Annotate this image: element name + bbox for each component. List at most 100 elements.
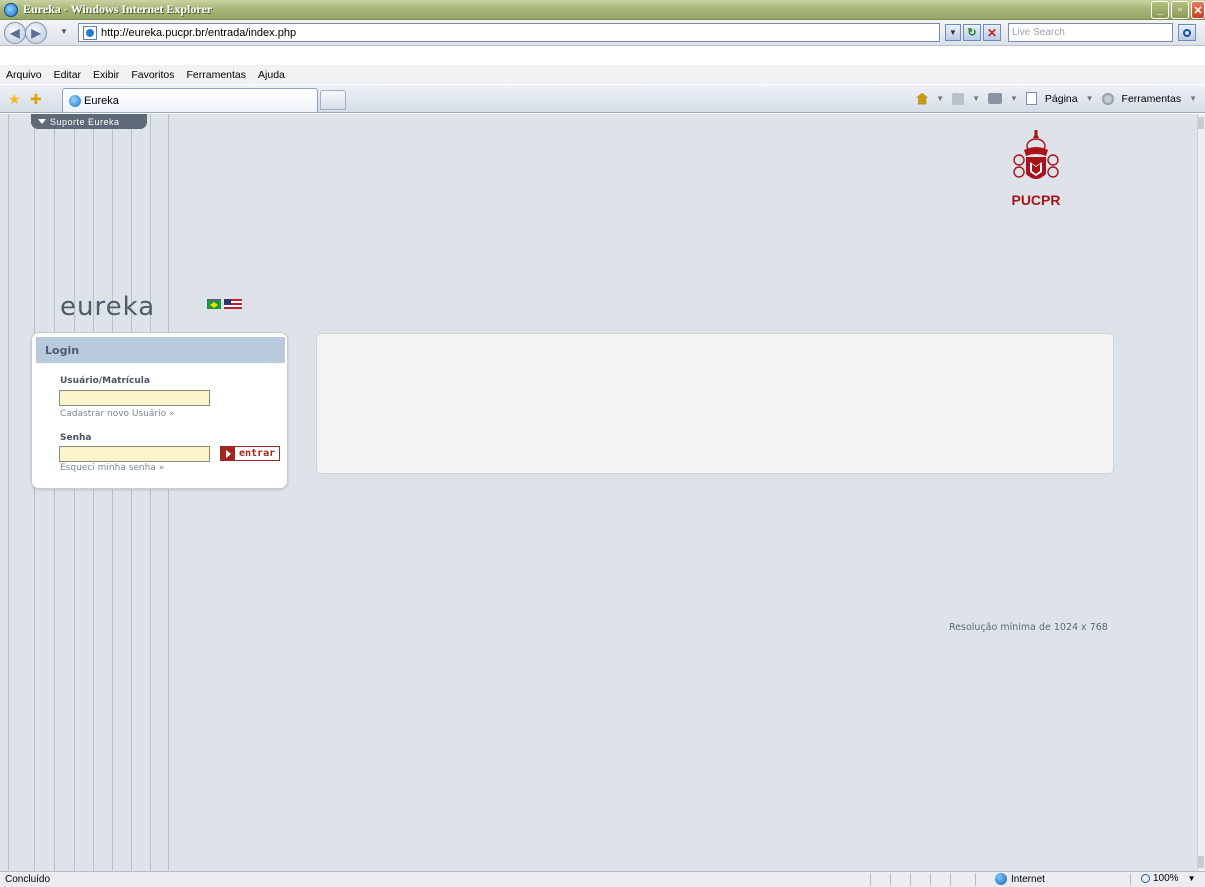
stop-button[interactable]: ✕ xyxy=(983,24,1001,41)
print-icon[interactable] xyxy=(988,93,1002,104)
content-panel xyxy=(316,333,1114,474)
new-tab-button[interactable] xyxy=(320,90,346,110)
history-dropdown[interactable]: ▼ xyxy=(60,27,70,37)
search-button[interactable] xyxy=(1178,24,1196,41)
page-viewport: Suporte Eureka PUCPR eureka Login Usuári… xyxy=(0,114,1205,871)
status-divider xyxy=(930,873,931,886)
menu-exibir[interactable]: Exibir xyxy=(93,69,119,81)
enter-label: entrar xyxy=(239,448,276,459)
security-zone[interactable]: Internet xyxy=(995,873,1045,885)
status-bar: Concluído Internet 100% ▼ xyxy=(0,871,1205,887)
decorative-stripes xyxy=(0,114,175,871)
menu-ferramentas[interactable]: Ferramentas xyxy=(187,69,247,81)
pucpr-logo: PUCPR xyxy=(1001,130,1071,218)
stripe-line xyxy=(150,114,151,871)
status-divider xyxy=(950,873,951,886)
search-input[interactable]: Live Search xyxy=(1008,23,1173,42)
language-selector xyxy=(207,299,242,309)
resolution-note: Resolução mínima de 1024 x 768 xyxy=(949,622,1108,633)
feeds-dropdown[interactable]: ▼ xyxy=(972,94,980,103)
login-panel: Login Usuário/Matrícula Cadastrar novo U… xyxy=(31,332,288,489)
maximize-button[interactable]: ▫ xyxy=(1171,1,1189,19)
stop-icon: ✕ xyxy=(986,25,998,40)
page-menu-icon xyxy=(1025,92,1037,105)
search-placeholder: Live Search xyxy=(1012,27,1065,38)
stripe-line xyxy=(34,114,35,871)
enter-button[interactable]: entrar xyxy=(220,446,280,461)
vertical-scrollbar[interactable] xyxy=(1197,114,1205,871)
url-text[interactable]: http://eureka.pucpr.br/entrada/index.php xyxy=(101,27,296,39)
search-icon xyxy=(1183,28,1191,37)
page-menu[interactable]: Página xyxy=(1045,93,1078,105)
url-field[interactable]: http://eureka.pucpr.br/entrada/index.php xyxy=(78,23,940,42)
zone-label: Internet xyxy=(1011,873,1045,885)
home-icon[interactable] xyxy=(916,92,929,105)
forward-icon: ▶ xyxy=(31,26,41,40)
zoom-label: 100% xyxy=(1153,873,1179,884)
stripe-line xyxy=(93,114,94,871)
pucpr-crest-icon xyxy=(1013,130,1059,179)
register-link[interactable]: Cadastrar novo Usuário » xyxy=(60,409,175,419)
back-button[interactable]: ◀ xyxy=(4,22,26,44)
status-text: Concluído xyxy=(5,874,51,885)
stripe-line xyxy=(8,114,9,871)
address-bar: ◀ ▶ ▼ http://eureka.pucpr.br/entrada/ind… xyxy=(0,20,1205,46)
support-tab-label: Suporte Eureka xyxy=(50,116,120,127)
brazil-flag-icon[interactable] xyxy=(207,299,221,309)
title-bar: Eureka - Windows Internet Explorer _ ▫ ✕ xyxy=(0,0,1205,20)
scroll-down-button[interactable] xyxy=(1198,856,1204,868)
zoom-control[interactable]: 100% ▼ xyxy=(1141,873,1196,884)
forward-button[interactable]: ▶ xyxy=(25,22,47,44)
password-label: Senha xyxy=(60,433,92,443)
zoom-dropdown[interactable]: ▼ xyxy=(1188,874,1196,883)
tools-menu[interactable]: Ferramentas xyxy=(1122,93,1182,105)
forgot-password-link[interactable]: Esqueci minha senha » xyxy=(60,463,164,473)
refresh-button[interactable]: ↻ xyxy=(963,24,981,41)
back-icon: ◀ xyxy=(10,26,20,40)
close-button[interactable]: ✕ xyxy=(1191,1,1205,19)
window-controls: _ ▫ ✕ xyxy=(1151,1,1205,19)
stripe-line xyxy=(54,114,55,871)
status-divider xyxy=(870,873,871,886)
ie-tab-icon xyxy=(69,94,81,107)
stripe-line xyxy=(168,114,169,871)
feeds-icon[interactable] xyxy=(952,92,965,105)
login-header: Login xyxy=(36,337,285,363)
tools-dropdown[interactable]: ▼ xyxy=(1189,94,1197,103)
command-bar: ▼ ▼ ▼ Página ▼ Ferramentas ▼ xyxy=(916,92,1197,105)
tab-label: Eureka xyxy=(84,94,119,107)
menu-arquivo[interactable]: Arquivo xyxy=(6,69,42,81)
triangle-down-icon xyxy=(38,119,46,124)
home-dropdown[interactable]: ▼ xyxy=(936,94,944,103)
ie-logo-icon xyxy=(4,2,18,17)
status-divider xyxy=(910,873,911,886)
window-title: Eureka - Windows Internet Explorer xyxy=(23,2,213,16)
menu-editar[interactable]: Editar xyxy=(54,69,81,81)
print-dropdown[interactable]: ▼ xyxy=(1010,94,1018,103)
tab-eureka[interactable]: Eureka xyxy=(62,88,318,112)
menu-bar: Arquivo Editar Exibir Favoritos Ferramen… xyxy=(0,65,1205,84)
favorites-star-icon[interactable]: ★ xyxy=(8,91,21,108)
add-favorites-icon[interactable]: ✚ xyxy=(30,91,42,108)
stripe-line xyxy=(112,114,113,871)
zoom-icon xyxy=(1141,874,1150,883)
stripe-line xyxy=(131,114,132,871)
menu-favoritos[interactable]: Favoritos xyxy=(131,69,174,81)
support-eureka-tab[interactable]: Suporte Eureka xyxy=(31,114,147,129)
enter-arrow-icon xyxy=(221,447,235,460)
refresh-icon: ↻ xyxy=(967,27,977,39)
pucpr-wordmark: PUCPR xyxy=(1011,192,1061,208)
password-input[interactable] xyxy=(59,446,210,462)
minimize-button[interactable]: _ xyxy=(1151,1,1169,19)
page-dropdown[interactable]: ▼ xyxy=(1086,94,1094,103)
scroll-up-button[interactable] xyxy=(1198,117,1204,129)
status-divider xyxy=(890,873,891,886)
menu-ajuda[interactable]: Ajuda xyxy=(258,69,285,81)
user-input[interactable] xyxy=(59,390,210,406)
globe-icon xyxy=(995,873,1007,885)
status-divider xyxy=(1130,873,1131,886)
us-flag-icon[interactable] xyxy=(224,299,242,309)
user-label: Usuário/Matrícula xyxy=(60,376,150,386)
url-dropdown-button[interactable]: ▼ xyxy=(945,24,961,41)
tab-bar: ★ ✚ Eureka ▼ ▼ ▼ Página ▼ Ferramentas ▼ xyxy=(0,85,1205,113)
